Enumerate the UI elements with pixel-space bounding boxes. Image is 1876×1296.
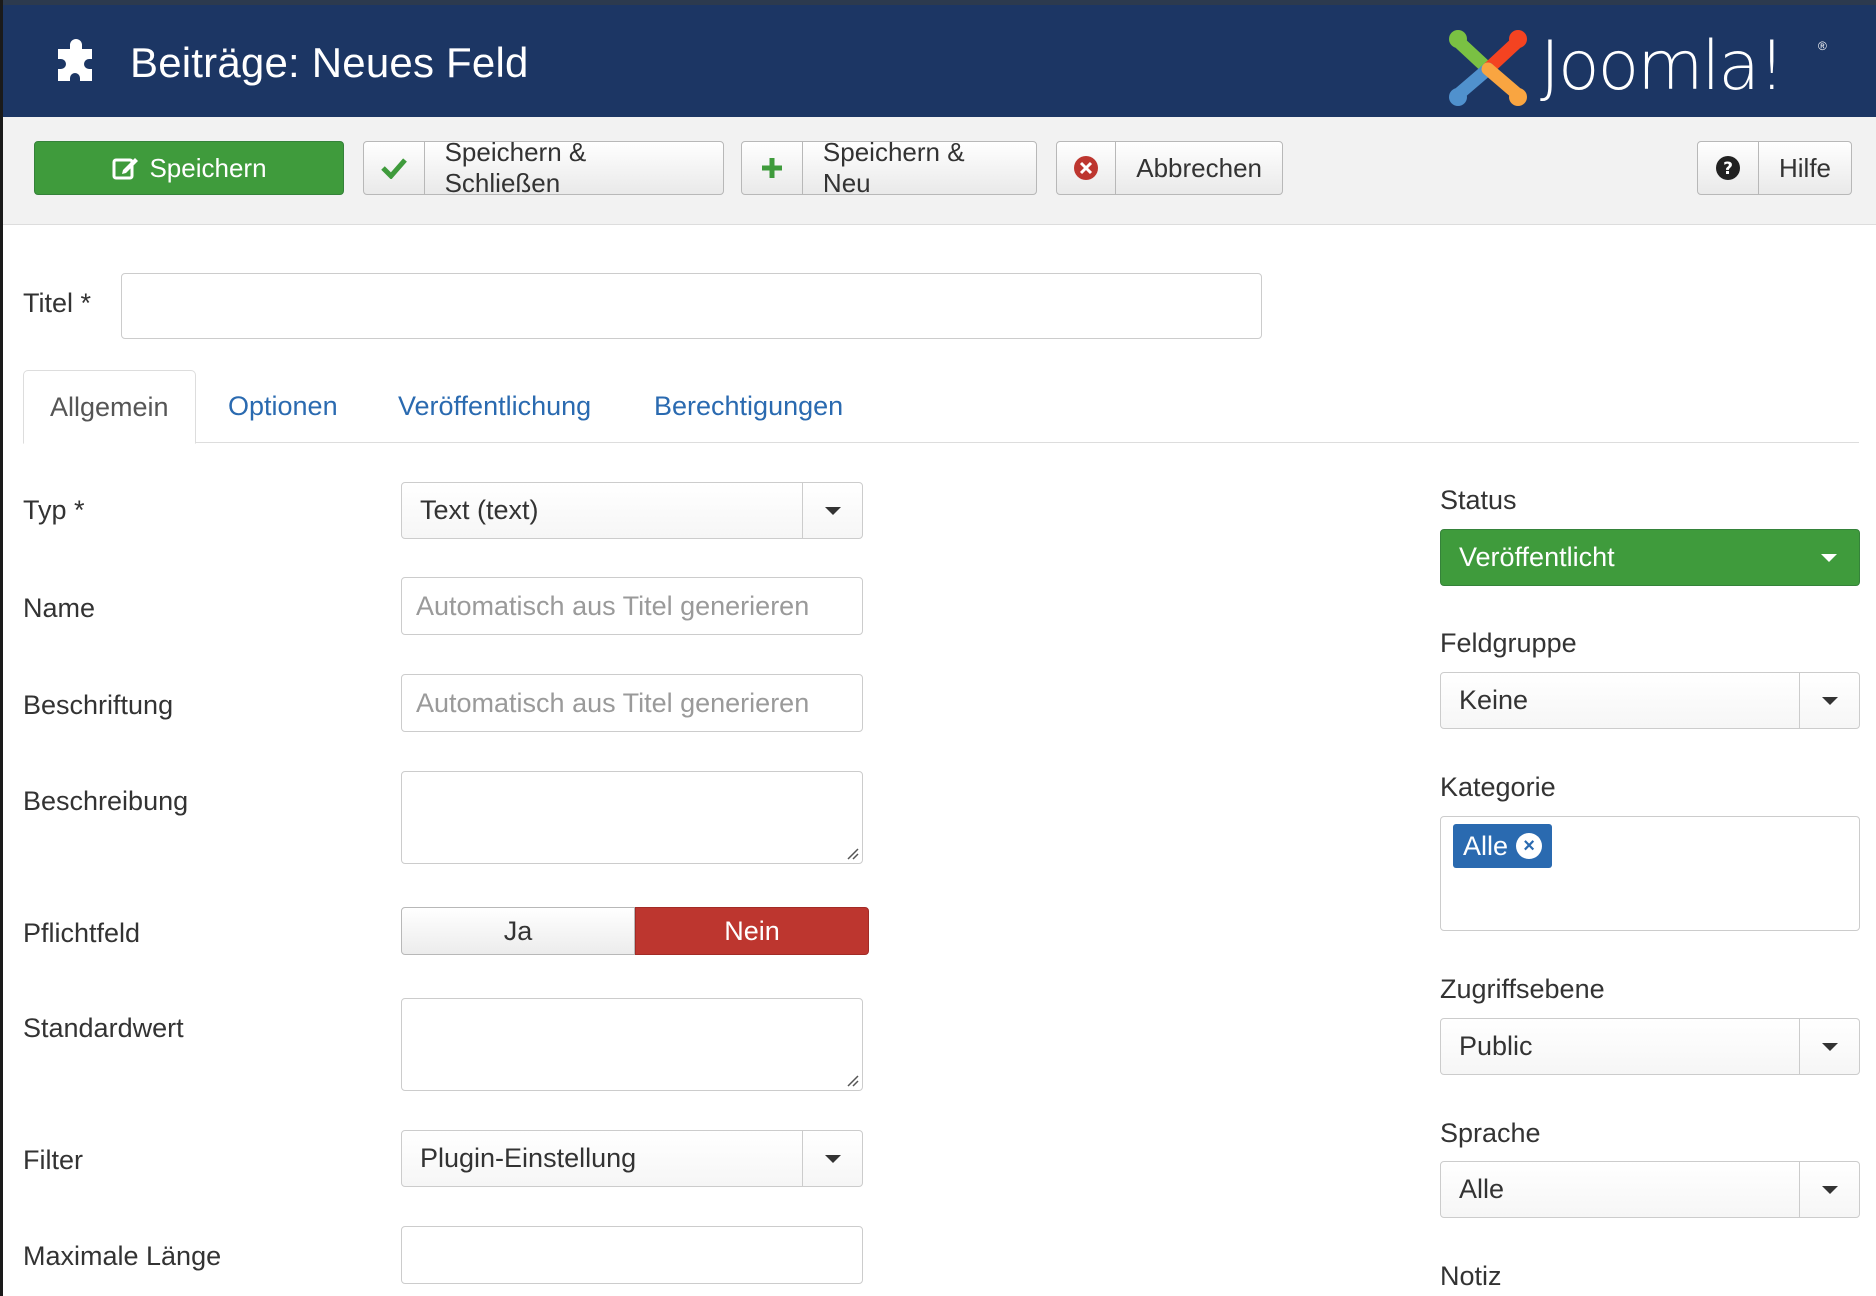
beschreibung-label: Beschreibung	[23, 786, 189, 816]
sprache-select[interactable]: Alle	[1440, 1161, 1860, 1218]
save-new-button[interactable]: Speichern & Neu	[741, 137, 1037, 198]
maximale-laenge-input[interactable]	[401, 1226, 863, 1284]
tab-allgemein[interactable]: Allgemein	[23, 370, 196, 444]
question-icon: ?	[1698, 142, 1759, 194]
tab-berechtigungen[interactable]: Berechtigungen	[654, 370, 843, 443]
app-window: Beiträge: Neues Feld Joomla! ® Speichern…	[0, 0, 1876, 1296]
notiz-label: Notiz	[1440, 1261, 1502, 1291]
toolbar: Speichern Speichern & Schließen Speicher…	[0, 117, 1876, 225]
chevron-down-icon	[1799, 673, 1859, 728]
typ-select[interactable]: Text (text)	[401, 482, 863, 539]
header-bar: Beiträge: Neues Feld Joomla! ®	[0, 0, 1876, 117]
save-close-button[interactable]: Speichern & Schließen	[363, 137, 724, 198]
feldgruppe-select[interactable]: Keine	[1440, 672, 1860, 729]
status-label: Status	[1440, 485, 1517, 515]
zugriffsebene-select[interactable]: Public	[1440, 1018, 1860, 1075]
maximale-laenge-label: Maximale Länge	[23, 1241, 222, 1271]
chevron-down-icon	[1799, 1162, 1859, 1217]
help-button[interactable]: ? Hilfe	[1697, 141, 1852, 195]
pflichtfeld-label: Pflichtfeld	[23, 918, 141, 948]
typ-label: Typ *	[23, 495, 85, 525]
edit-icon	[111, 142, 139, 194]
puzzle-icon	[58, 39, 92, 81]
window-edge	[0, 0, 3, 1296]
beschriftung-label: Beschriftung	[23, 690, 174, 720]
sprache-label: Sprache	[1440, 1118, 1541, 1148]
help-label: Hilfe	[1778, 152, 1831, 183]
plus-icon	[742, 142, 803, 194]
tab-veroeffentlichung[interactable]: Veröffentlichung	[398, 370, 591, 443]
tab-optionen[interactable]: Optionen	[228, 370, 338, 443]
zugriffsebene-label: Zugriffsebene	[1440, 974, 1605, 1004]
svg-text:?: ?	[1723, 159, 1733, 179]
resize-handle-icon[interactable]	[845, 1073, 859, 1087]
kategorie-multiselect[interactable]: Alle ×	[1440, 816, 1860, 931]
save-new-label: Speichern & Neu	[822, 137, 965, 198]
chevron-down-icon	[802, 1131, 862, 1186]
chevron-down-icon	[1799, 530, 1859, 585]
chevron-down-icon	[802, 483, 862, 538]
status-select[interactable]: Veröffentlicht	[1440, 529, 1860, 586]
title-input[interactable]	[121, 273, 1262, 339]
cancel-label: Abbrechen	[1136, 152, 1262, 183]
kategorie-label: Kategorie	[1440, 772, 1556, 802]
beschriftung-input[interactable]	[401, 674, 863, 732]
beschreibung-textarea[interactable]	[401, 771, 863, 864]
tab-bar: Allgemein Optionen Veröffentlichung Bere…	[23, 370, 1859, 444]
cancel-icon	[1057, 142, 1117, 194]
name-label: Name	[23, 593, 96, 623]
close-icon[interactable]: ×	[1516, 833, 1543, 859]
logo-wordmark: Joomla!	[1540, 27, 1785, 106]
kategorie-chip-label: Alle	[1463, 830, 1509, 861]
joomla-logo: Joomla! ®	[1446, 25, 1846, 109]
standardwert-textarea[interactable]	[401, 998, 863, 1091]
standardwert-label: Standardwert	[23, 1013, 184, 1043]
filter-value: Plugin-Einstellung	[420, 1143, 637, 1173]
title-label: Titel *	[23, 288, 92, 318]
pflichtfeld-nein-button[interactable]: Nein	[635, 907, 869, 955]
cancel-button[interactable]: Abbrechen	[1056, 141, 1283, 195]
save-close-label: Speichern & Schließen	[444, 137, 587, 198]
pflichtfeld-toggle: Ja Nein	[401, 907, 869, 955]
save-button[interactable]: Speichern	[34, 141, 344, 195]
sprache-value: Alle	[1459, 1174, 1505, 1204]
check-icon	[364, 142, 425, 194]
zugriffsebene-value: Public	[1459, 1031, 1533, 1061]
resize-handle-icon[interactable]	[845, 846, 859, 860]
typ-value: Text (text)	[420, 495, 539, 525]
chevron-down-icon	[1799, 1019, 1859, 1074]
logo-registered-mark: ®	[1818, 39, 1827, 53]
pflichtfeld-ja-button[interactable]: Ja	[401, 907, 635, 955]
save-button-label: Speichern	[149, 152, 267, 183]
feldgruppe-value: Keine	[1459, 685, 1529, 715]
joomla-logo-icon	[1449, 30, 1527, 106]
status-value: Veröffentlicht	[1459, 542, 1615, 572]
filter-select[interactable]: Plugin-Einstellung	[401, 1130, 863, 1187]
name-input[interactable]	[401, 577, 863, 635]
kategorie-chip: Alle ×	[1453, 824, 1553, 868]
feldgruppe-label: Feldgruppe	[1440, 628, 1577, 658]
filter-label: Filter	[23, 1145, 83, 1175]
page-title: Beiträge: Neues Feld	[130, 39, 529, 86]
